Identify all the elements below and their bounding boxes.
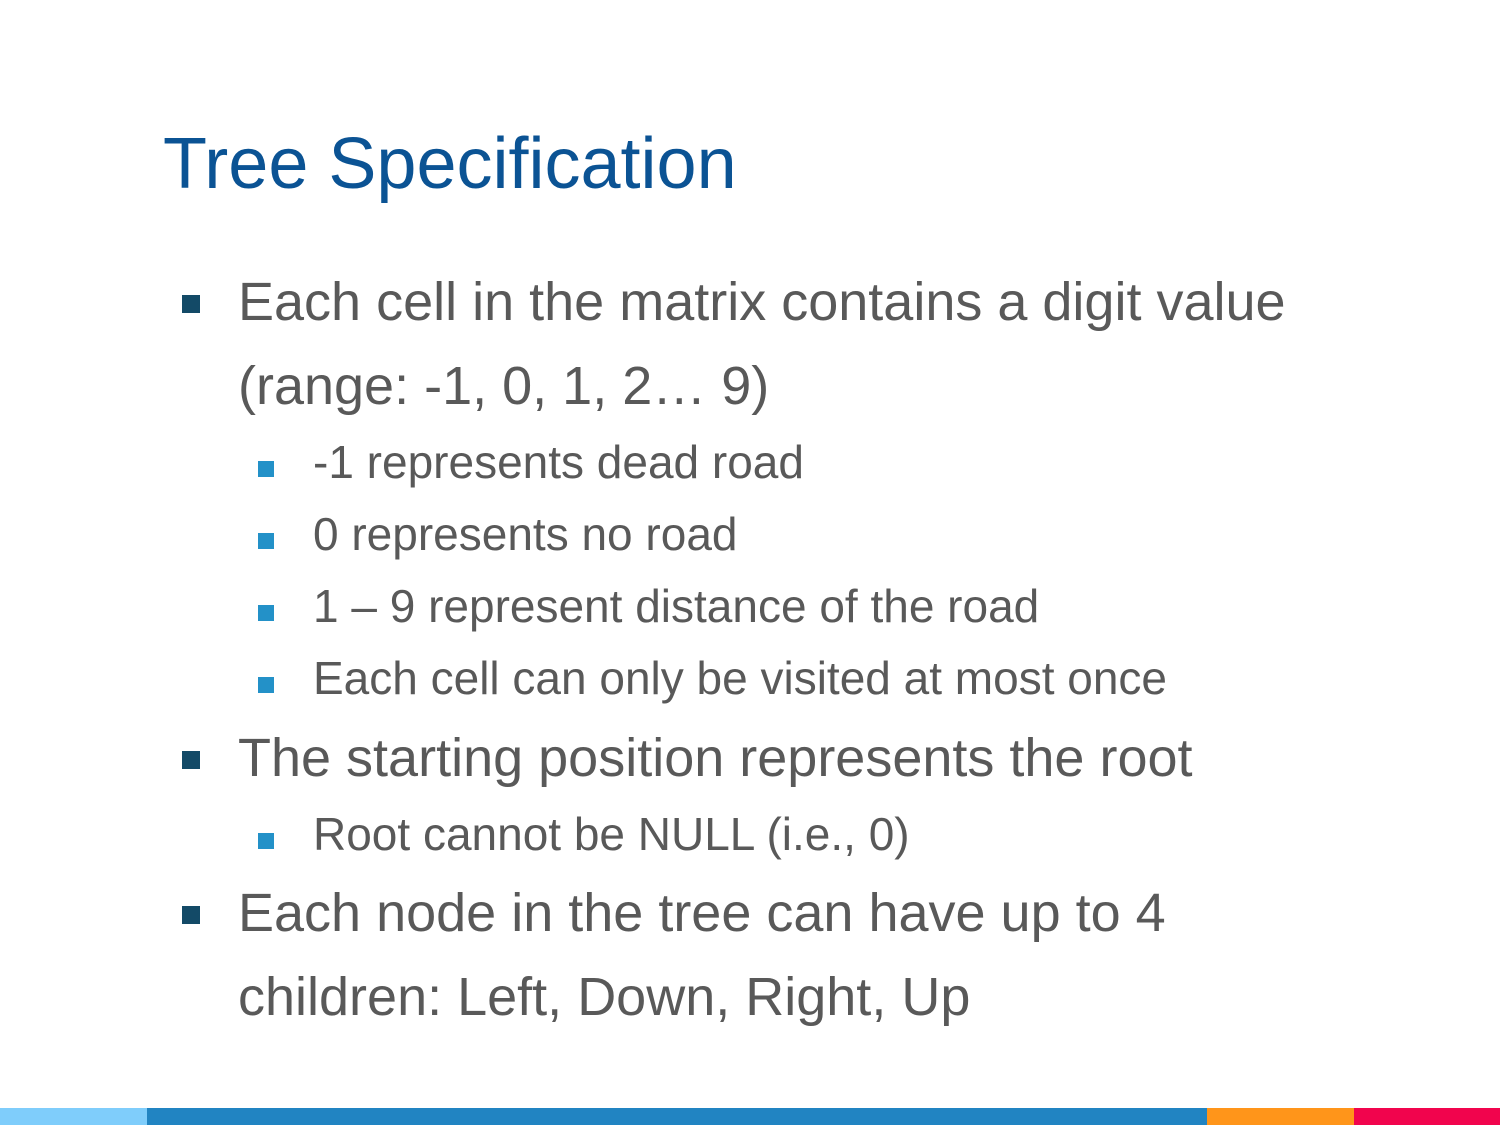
- bullet-text: Root cannot be NULL (i.e., 0): [313, 808, 910, 860]
- bullet-text: Each cell can only be visited at most on…: [313, 652, 1168, 704]
- sub-bullet-item: 1 – 9 represent distance of the road: [258, 576, 1413, 636]
- bullet-text: Each cell in the matrix contains a digit…: [238, 272, 1286, 416]
- footer-bar-segment: [147, 1108, 1207, 1125]
- bullet-item: Each cell in the matrix contains a digit…: [182, 260, 1298, 428]
- bullet-item: Each node in the tree can have up to 4 c…: [182, 871, 1298, 1039]
- square-bullet-icon: [182, 295, 200, 313]
- sub-bullet-item: -1 represents dead road: [258, 432, 1413, 492]
- sub-bullet-item: 0 represents no road: [258, 504, 1413, 564]
- square-bullet-icon: [182, 906, 200, 924]
- bullet-text: Each node in the tree can have up to 4 c…: [238, 883, 1166, 1027]
- bullet-text: 0 represents no road: [313, 508, 738, 560]
- square-bullet-icon: [258, 533, 274, 549]
- bullet-text: 1 – 9 represent distance of the road: [313, 580, 1040, 632]
- square-bullet-icon: [258, 833, 274, 849]
- sub-bullet-item: Root cannot be NULL (i.e., 0): [258, 804, 1413, 864]
- footer-bar-segment: [1207, 1108, 1354, 1125]
- bullet-item: The starting position represents the roo…: [182, 716, 1298, 800]
- square-bullet-icon: [258, 461, 274, 477]
- square-bullet-icon: [258, 677, 274, 693]
- sub-bullet-item: Each cell can only be visited at most on…: [258, 648, 1413, 708]
- bullet-text: The starting position represents the roo…: [238, 728, 1193, 788]
- slide-title: Tree Specification: [163, 124, 737, 204]
- square-bullet-icon: [182, 751, 200, 769]
- bullet-text: -1 represents dead road: [313, 436, 804, 488]
- square-bullet-icon: [258, 605, 274, 621]
- footer-bar-segment: [1354, 1108, 1500, 1125]
- footer-bar-segment: [0, 1108, 147, 1125]
